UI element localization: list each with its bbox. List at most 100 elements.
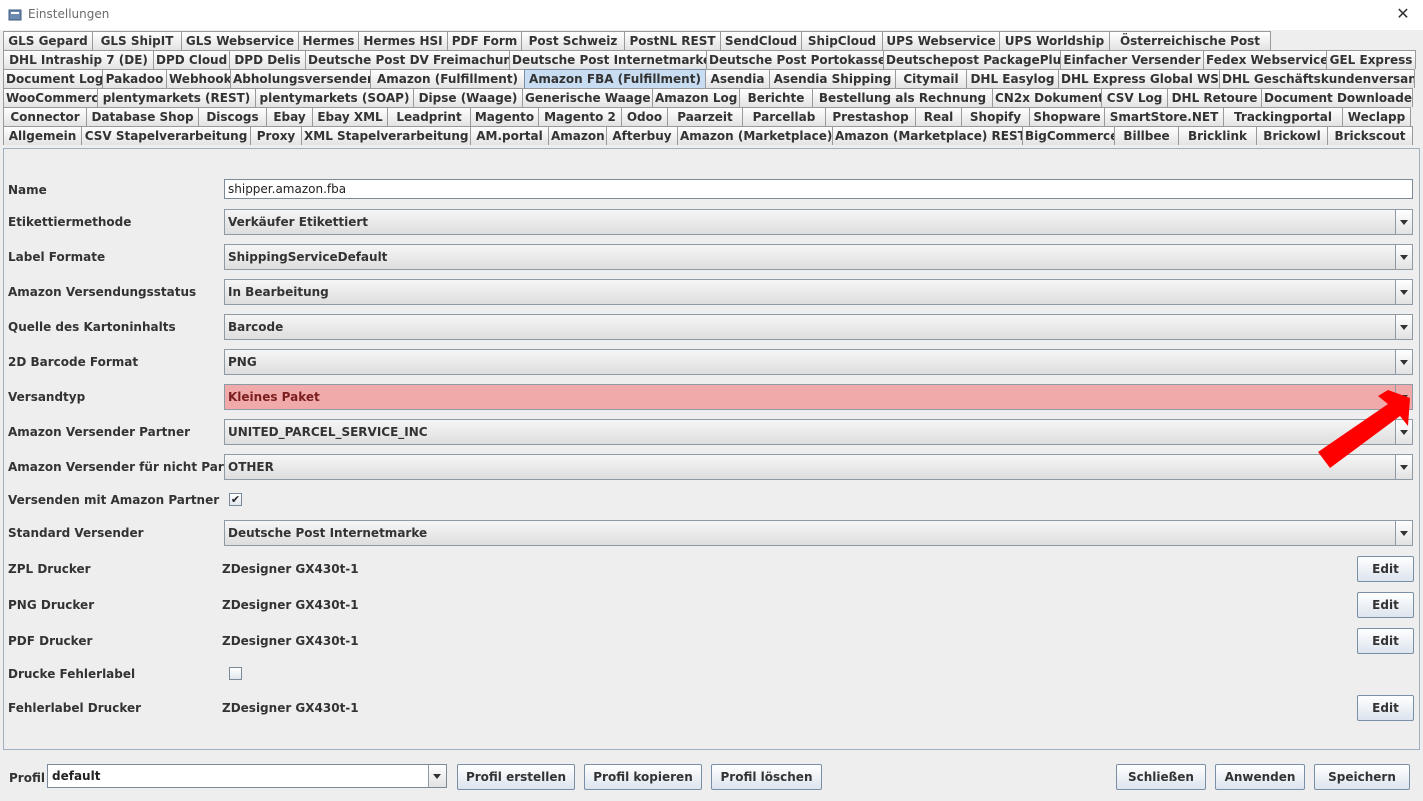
standard-versender-select[interactable]: Deutsche Post Internetmarke — [224, 520, 1413, 546]
tab-deutschepost-packageplus[interactable]: Deutschepost PackagePlus — [883, 50, 1061, 69]
tab-sendcloud[interactable]: SendCloud — [720, 31, 802, 50]
versandstatus-select[interactable]: In Bearbeitung — [224, 279, 1413, 305]
tab-magento[interactable]: Magento — [470, 107, 539, 126]
tab-pdf-form[interactable]: PDF Form — [447, 31, 522, 50]
tab-weclapp[interactable]: Weclapp — [1342, 107, 1411, 126]
versender-nicht-partner-select[interactable]: OTHER — [224, 454, 1413, 480]
tab-hermes[interactable]: Hermes — [298, 31, 359, 50]
tab-amazon-marketplace[interactable]: Amazon (Marketplace) — [677, 126, 833, 145]
chevron-down-icon[interactable] — [1395, 350, 1412, 374]
tab-deutsche-post-portokasse[interactable]: Deutsche Post Portokasse — [706, 50, 884, 69]
tab-webhook[interactable]: Webhook — [166, 69, 231, 88]
tab-dhl-easylog[interactable]: DHL Easylog — [966, 69, 1059, 88]
tab-allgemein[interactable]: Allgemein — [3, 126, 82, 145]
tab-database-shop[interactable]: Database Shop — [86, 107, 199, 126]
tab-discogs[interactable]: Discogs — [198, 107, 267, 126]
tab-generische-waage[interactable]: Generische Waage — [522, 88, 653, 107]
tab-csv-log[interactable]: CSV Log — [1101, 88, 1168, 107]
zpl-drucker-edit-button[interactable]: Edit — [1357, 556, 1414, 582]
tab-shopware[interactable]: Shopware — [1029, 107, 1105, 126]
tab-amazon-marketplace-rest[interactable]: Amazon (Marketplace) REST — [832, 126, 1023, 145]
speichern-button[interactable]: Speichern — [1314, 764, 1410, 790]
tab-paarzeit[interactable]: Paarzeit — [667, 107, 743, 126]
label-formate-select[interactable]: ShippingServiceDefault — [224, 244, 1413, 270]
profil-kopieren-button[interactable]: Profil kopieren — [584, 764, 702, 790]
tab-gls-shipit[interactable]: GLS ShipIT — [92, 31, 182, 50]
tab-woocommerce[interactable]: WooCommerce — [3, 88, 98, 107]
anwenden-button[interactable]: Anwenden — [1215, 764, 1305, 790]
tab-dhl-retoure[interactable]: DHL Retoure — [1167, 88, 1262, 107]
profil-erstellen-button[interactable]: Profil erstellen — [457, 764, 575, 790]
tab-hermes-hsi[interactable]: Hermes HSI — [358, 31, 448, 50]
chevron-down-icon[interactable] — [428, 765, 446, 787]
tab-amazon-fba-fulfillment[interactable]: Amazon FBA (Fulfillment) — [524, 69, 706, 88]
tab-abholungsversender[interactable]: Abholungsversender — [230, 69, 371, 88]
tab-magento-2[interactable]: Magento 2 — [538, 107, 622, 126]
tab-ebay[interactable]: Ebay — [266, 107, 313, 126]
schliessen-button[interactable]: Schließen — [1116, 764, 1206, 790]
tab-dipse-waage[interactable]: Dipse (Waage) — [413, 88, 523, 107]
tab-asendia[interactable]: Asendia — [705, 69, 770, 88]
tab-leadprint[interactable]: Leadprint — [387, 107, 471, 126]
profil-loeschen-button[interactable]: Profil löschen — [711, 764, 822, 790]
tab-prestashop[interactable]: Prestashop — [825, 107, 916, 126]
close-icon[interactable]: ✕ — [1393, 4, 1413, 24]
tab-trackingportal[interactable]: Trackingportal — [1223, 107, 1343, 126]
versenden-partner-checkbox[interactable]: ✔ — [229, 493, 242, 506]
tab-dhl-geschäftskundenversand[interactable]: DHL Geschäftskundenversand — [1219, 69, 1415, 88]
profil-select[interactable]: default — [47, 764, 447, 788]
tab-citymail[interactable]: Citymail — [895, 69, 967, 88]
tab-post-schweiz[interactable]: Post Schweiz — [521, 31, 625, 50]
barcode-format-select[interactable]: PNG — [224, 349, 1413, 375]
tab-amazon[interactable]: Amazon — [548, 126, 607, 145]
tab-document-log[interactable]: Document Log — [3, 69, 103, 88]
tab-odoo[interactable]: Odoo — [621, 107, 668, 126]
tab-ups-worldship[interactable]: UPS Worldship — [999, 31, 1110, 50]
tab-bricklink[interactable]: Bricklink — [1178, 126, 1257, 145]
tab-deutsche-post-dv-freimachung[interactable]: Deutsche Post DV Freimachung — [305, 50, 510, 69]
versender-partner-select[interactable]: UNITED_PARCEL_SERVICE_INC — [224, 419, 1413, 445]
fehlerlabel-drucker-edit-button[interactable]: Edit — [1357, 695, 1414, 721]
tab-einfacher-versender[interactable]: Einfacher Versender — [1060, 50, 1204, 69]
chevron-down-icon[interactable] — [1395, 210, 1412, 234]
tab-amazon-fulfillment[interactable]: Amazon (Fulfillment) — [370, 69, 525, 88]
tab-gls-gepard[interactable]: GLS Gepard — [3, 31, 93, 50]
tab-brickowl[interactable]: Brickowl — [1256, 126, 1328, 145]
tab-dpd-cloud[interactable]: DPD Cloud — [153, 50, 230, 69]
name-input[interactable]: shipper.amazon.fba — [224, 179, 1413, 199]
tab-am-portal[interactable]: AM.portal — [470, 126, 549, 145]
kartoninhalt-select[interactable]: Barcode — [224, 314, 1413, 340]
tab-shipcloud[interactable]: ShipCloud — [801, 31, 883, 50]
tab-shopify[interactable]: Shopify — [961, 107, 1030, 126]
chevron-down-icon[interactable] — [1395, 245, 1412, 269]
tab-proxy[interactable]: Proxy — [250, 126, 302, 145]
drucke-fehlerlabel-checkbox[interactable] — [229, 667, 242, 680]
tab-plentymarkets-rest[interactable]: plentymarkets (REST) — [97, 88, 256, 107]
tab-connector[interactable]: Connector — [3, 107, 87, 126]
tab-afterbuy[interactable]: Afterbuy — [606, 126, 678, 145]
chevron-down-icon[interactable] — [1395, 315, 1412, 339]
tab-cn2x-dokument[interactable]: CN2x Dokument — [992, 88, 1102, 107]
chevron-down-icon[interactable] — [1395, 280, 1412, 304]
tab-pakadoo[interactable]: Pakadoo — [102, 69, 167, 88]
tab-bestellung-als-rechnung[interactable]: Bestellung als Rechnung — [812, 88, 993, 107]
tab-berichte[interactable]: Berichte — [739, 88, 813, 107]
tab-asendia-shipping[interactable]: Asendia Shipping — [769, 69, 896, 88]
tab-csv-stapelverarbeitung[interactable]: CSV Stapelverarbeitung — [81, 126, 251, 145]
etikettiermethode-select[interactable]: Verkäufer Etikettiert — [224, 209, 1413, 235]
tab-gel-express[interactable]: GEL Express — [1326, 50, 1416, 69]
tab-dpd-delis[interactable]: DPD Delis — [229, 50, 306, 69]
tab-bigcommerce[interactable]: BigCommerce — [1022, 126, 1115, 145]
tab-document-downloader[interactable]: Document Downloader — [1261, 88, 1413, 107]
tab-postnl-rest[interactable]: PostNL REST — [624, 31, 721, 50]
pdf-drucker-edit-button[interactable]: Edit — [1357, 628, 1414, 654]
tab-brickscout[interactable]: Brickscout — [1327, 126, 1413, 145]
tab-dhl-express-global-ws[interactable]: DHL Express Global WS — [1058, 69, 1220, 88]
tab-dhl-intraship-7-de[interactable]: DHL Intraship 7 (DE) — [3, 50, 154, 69]
tab-amazon-log[interactable]: Amazon Log — [652, 88, 740, 107]
chevron-down-icon[interactable] — [1395, 521, 1412, 545]
tab-real[interactable]: Real — [915, 107, 962, 126]
tab-deutsche-post-internetmarke[interactable]: Deutsche Post Internetmarke — [509, 50, 707, 69]
tab-ebay-xml[interactable]: Ebay XML — [312, 107, 388, 126]
tab-smartstore-net[interactable]: SmartStore.NET — [1104, 107, 1224, 126]
